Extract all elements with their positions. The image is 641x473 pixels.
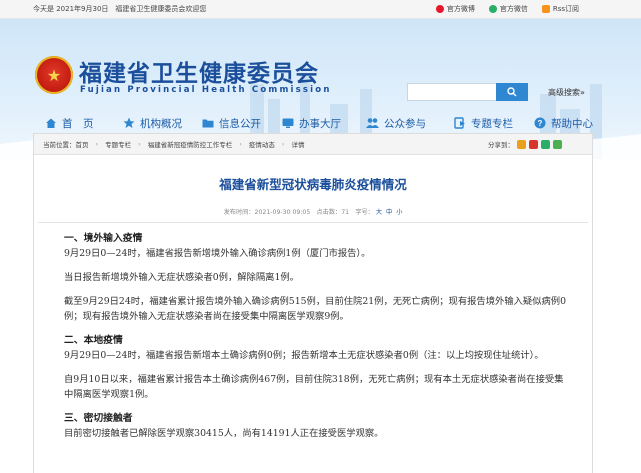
share-wechat-icon[interactable]: [541, 139, 550, 149]
share-bar: 分享到：: [488, 139, 562, 149]
nav-org[interactable]: 机构概况: [123, 116, 202, 131]
folder-icon: [202, 119, 214, 128]
publish-date: 发布时间：2021-09-30 09:05: [223, 209, 311, 216]
wechat-link[interactable]: 官方微信: [488, 4, 528, 14]
nav-service[interactable]: 办事大厅: [282, 116, 366, 131]
nav-help[interactable]: ? 帮助中心: [534, 116, 593, 131]
site-title-cn: 福建省卫生健康委员会: [79, 60, 319, 87]
breadcrumb-current: 详情: [291, 141, 305, 149]
nav-info[interactable]: 信息公开: [202, 116, 282, 131]
paragraph: 目前密切接触者已解除医学观察30415人，尚有14191人正在接受医学观察。: [64, 428, 384, 439]
share-more-icon[interactable]: [553, 139, 562, 149]
top-links: 官方微博 官方微信 Rss订阅: [435, 4, 579, 14]
view-count: 点击数：71: [316, 209, 350, 216]
search-icon: [507, 87, 517, 97]
share-weibo-icon[interactable]: [529, 139, 538, 149]
share-qzone-icon[interactable]: [517, 139, 526, 149]
weibo-icon: [435, 5, 444, 13]
breadcrumb-covid-column[interactable]: 福建省新冠疫情防控工作专栏: [148, 139, 233, 149]
paragraph: 截至9月29日24时，福建省累计报告境外输入确诊病例515例，目前住院21例，无…: [64, 296, 567, 322]
article-body: 一、境外输入疫情 9月29日0—24时，福建省报告新增境外输入确诊病例1例（厦门…: [34, 223, 569, 441]
help-icon: ?: [534, 117, 546, 129]
svg-text:?: ?: [538, 119, 543, 128]
welcome-message: 福建省卫生健康委员会欢迎您: [115, 5, 207, 13]
paragraph: 当日报告新增境外输入无症状感染者0例，解除隔离1例。: [64, 272, 299, 283]
font-size-medium[interactable]: 中: [386, 209, 392, 216]
breadcrumb-topics[interactable]: 专题专栏: [105, 139, 131, 149]
weibo-link[interactable]: 官方微博: [435, 4, 475, 14]
nav-topics[interactable]: 专题专栏: [454, 116, 534, 131]
national-emblem-icon: ★: [35, 56, 73, 94]
breadcrumb: 当前位置： 首页 › 专题专栏 › 福建省新冠疫情防控工作专栏 › 疫情动态 › 详情 …: [34, 134, 592, 155]
site-title-en: Fujian Provincial Health Commission: [80, 85, 332, 95]
monitor-icon: [282, 118, 294, 128]
welcome-text: 今天是 2021年9月30日 福建省卫生健康委员会欢迎您: [33, 4, 206, 14]
advanced-search-link[interactable]: 高级搜索»: [548, 87, 585, 98]
search-button[interactable]: [496, 83, 528, 101]
section-heading: 三、密切接触者: [64, 413, 133, 424]
section-heading: 二、本地疫情: [64, 335, 123, 346]
paragraph: 自9月10日以来，福建省累计报告本土确诊病例467例，目前住院318例，无死亡病…: [64, 374, 564, 400]
breadcrumb-home[interactable]: 首页: [76, 139, 89, 149]
date-text: 今天是 2021年9月30日: [33, 5, 109, 13]
main-nav: 首 页 机构概况 信息公开 办事大厅 公众参与 专题专栏 ? 帮助中心: [0, 112, 641, 134]
article-meta: 发布时间：2021-09-30 09:05 点击数：71 字号：大 中 小: [223, 209, 403, 216]
search-input[interactable]: [407, 83, 505, 101]
star-icon: [123, 117, 135, 128]
people-icon: [366, 118, 379, 128]
tag-icon: [454, 117, 465, 129]
nav-public[interactable]: 公众参与: [366, 116, 454, 131]
section-heading: 一、境外输入疫情: [64, 233, 143, 244]
paragraph: 9月29日0—24时，福建省报告新增境外输入确诊病例1例（厦门市报告）。: [64, 248, 371, 259]
paragraph: 9月29日0—24时，福建省报告新增本土确诊病例0例；报告新增本土无症状感染者0…: [64, 350, 544, 361]
rss-link[interactable]: Rss订阅: [541, 4, 579, 14]
wechat-icon: [488, 5, 497, 13]
font-size-small[interactable]: 小: [396, 209, 402, 216]
article-title: 福建省新型冠状病毒肺炎疫情情况: [219, 177, 407, 192]
rss-icon: [541, 5, 550, 13]
font-size-large[interactable]: 大: [376, 209, 382, 216]
home-icon: [46, 118, 56, 128]
nav-home[interactable]: 首 页: [45, 116, 123, 131]
breadcrumb-news[interactable]: 疫情动态: [249, 139, 275, 149]
article-panel: 当前位置： 首页 › 专题专栏 › 福建省新冠疫情防控工作专栏 › 疫情动态 › 详情 …: [33, 133, 593, 473]
top-bar: 今天是 2021年9月30日 福建省卫生健康委员会欢迎您 官方微博 官方微信 R…: [0, 0, 641, 19]
